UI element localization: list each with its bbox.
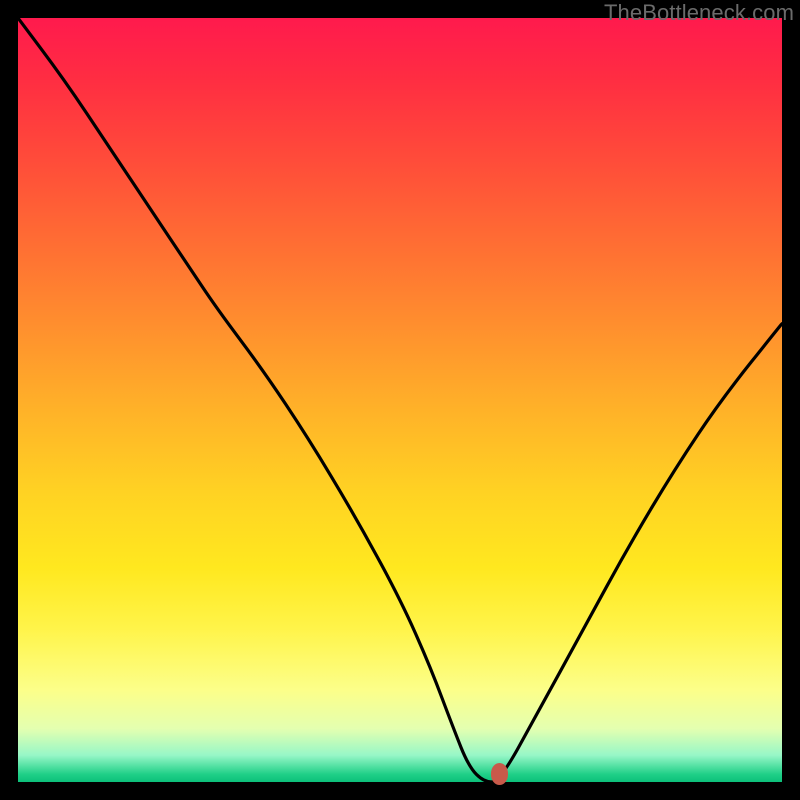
watermark-text: TheBottleneck.com xyxy=(604,0,794,26)
bottleneck-curve xyxy=(18,18,782,782)
plot-area xyxy=(18,18,782,782)
chart-frame: TheBottleneck.com xyxy=(0,0,800,800)
target-marker xyxy=(491,763,508,785)
